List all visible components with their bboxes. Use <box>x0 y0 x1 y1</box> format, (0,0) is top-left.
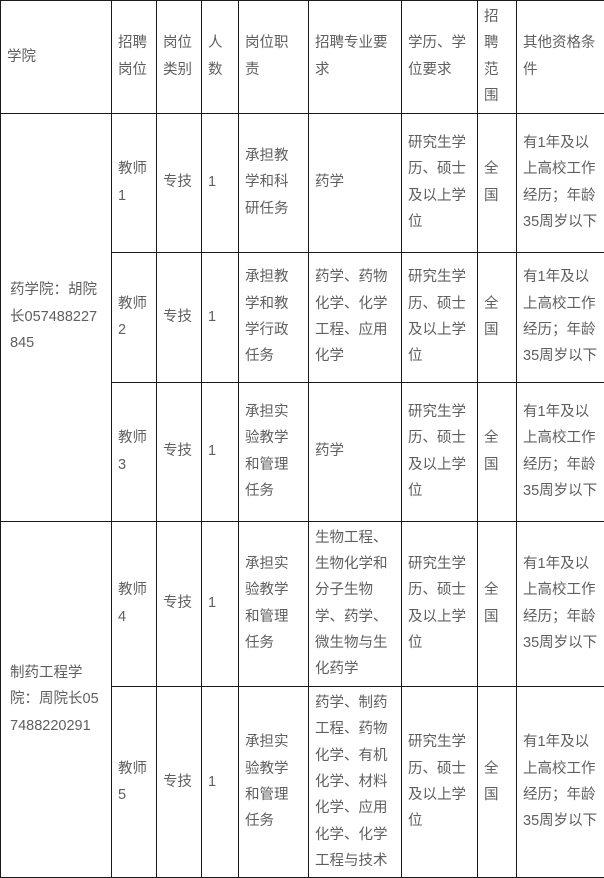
cell-scope: 全国 <box>478 252 517 382</box>
column-header-major: 招聘专业要求 <box>309 1 402 114</box>
column-header-category: 岗位类别 <box>157 1 202 114</box>
cell-degree: 研究生学历、硕士及以上学位 <box>402 252 478 382</box>
cell-post: 教师2 <box>112 252 157 382</box>
column-header-scope: 招聘范围 <box>478 1 517 114</box>
cell-other: 有1年及以上高校工作经历；年龄35周岁以下 <box>517 113 604 252</box>
table-row: 制药工程学院：周院长057488220291 教师4 专技 1 承担实验教学和管… <box>1 521 604 686</box>
cell-duty: 承担实验教学和管理任务 <box>239 382 309 521</box>
cell-major: 药学、药物化学、化学工程、应用化学 <box>309 252 402 382</box>
cell-degree: 研究生学历、硕士及以上学位 <box>402 521 478 686</box>
cell-college: 制药工程学院：周院长057488220291 <box>1 521 112 878</box>
cell-category: 专技 <box>157 252 202 382</box>
cell-duty: 承担教学和科研任务 <box>239 113 309 252</box>
cell-scope: 全国 <box>478 686 517 878</box>
column-header-degree: 学历、学位要求 <box>402 1 478 114</box>
cell-post: 教师5 <box>112 686 157 878</box>
cell-other: 有1年及以上高校工作经历；年龄35周岁以下 <box>517 686 604 878</box>
cell-college: 药学院：胡院长057488227845 <box>1 113 112 521</box>
cell-scope: 全国 <box>478 113 517 252</box>
cell-scope: 全国 <box>478 382 517 521</box>
column-header-headcount: 人数 <box>202 1 239 114</box>
cell-major: 生物工程、生物化学和分子生物学、药学、微生物与生化药学 <box>309 521 402 686</box>
cell-duty: 承担实验教学和管理任务 <box>239 686 309 878</box>
cell-headcount: 1 <box>202 382 239 521</box>
cell-other: 有1年及以上高校工作经历；年龄35周岁以下 <box>517 521 604 686</box>
cell-category: 专技 <box>157 521 202 686</box>
cell-degree: 研究生学历、硕士及以上学位 <box>402 686 478 878</box>
cell-duty: 承担实验教学和管理任务 <box>239 521 309 686</box>
cell-duty: 承担教学和教学行政任务 <box>239 252 309 382</box>
cell-major: 药学、制药工程、药物化学、有机化学、材料化学、应用化学、化学工程与技术 <box>309 686 402 878</box>
column-header-duty: 岗位职责 <box>239 1 309 114</box>
table-header: 学院 招聘岗位 岗位类别 人数 岗位职责 招聘专业要求 学历、学位要求 招聘范围… <box>1 1 604 114</box>
cell-post: 教师3 <box>112 382 157 521</box>
cell-headcount: 1 <box>202 252 239 382</box>
cell-degree: 研究生学历、硕士及以上学位 <box>402 382 478 521</box>
cell-headcount: 1 <box>202 113 239 252</box>
column-header-college: 学院 <box>1 1 112 114</box>
table-body: 药学院：胡院长057488227845 教师1 专技 1 承担教学和科研任务 药… <box>1 113 604 878</box>
cell-headcount: 1 <box>202 686 239 878</box>
cell-category: 专技 <box>157 686 202 878</box>
cell-category: 专技 <box>157 113 202 252</box>
cell-degree: 研究生学历、硕士及以上学位 <box>402 113 478 252</box>
column-header-post: 招聘岗位 <box>112 1 157 114</box>
cell-category: 专技 <box>157 382 202 521</box>
cell-major: 药学 <box>309 113 402 252</box>
cell-scope: 全国 <box>478 521 517 686</box>
cell-post: 教师1 <box>112 113 157 252</box>
recruitment-table: 学院 招聘岗位 岗位类别 人数 岗位职责 招聘专业要求 学历、学位要求 招聘范围… <box>0 0 604 878</box>
cell-headcount: 1 <box>202 521 239 686</box>
cell-other: 有1年及以上高校工作经历；年龄35周岁以下 <box>517 382 604 521</box>
cell-other: 有1年及以上高校工作经历；年龄35周岁以下 <box>517 252 604 382</box>
table-header-row: 学院 招聘岗位 岗位类别 人数 岗位职责 招聘专业要求 学历、学位要求 招聘范围… <box>1 1 604 114</box>
cell-major: 药学 <box>309 382 402 521</box>
table-row: 药学院：胡院长057488227845 教师1 专技 1 承担教学和科研任务 药… <box>1 113 604 252</box>
column-header-other: 其他资格条件 <box>517 1 604 114</box>
cell-post: 教师4 <box>112 521 157 686</box>
